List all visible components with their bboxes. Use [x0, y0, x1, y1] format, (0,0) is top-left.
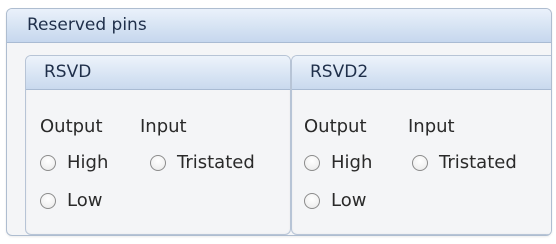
- rsvd2-high-radio[interactable]: High: [304, 152, 372, 173]
- rsvd2-low-label: Low: [331, 190, 367, 211]
- radio-unchecked-icon[interactable]: [150, 154, 166, 171]
- rsvd-input-label: Input: [140, 116, 187, 137]
- rsvd-low-radio[interactable]: Low: [40, 190, 102, 211]
- rsvd-low-label: Low: [67, 190, 103, 211]
- rsvd2-high-label: High: [331, 152, 373, 173]
- reserved-pins-panel: Reserved pins RSVD Output Input High Tri…: [6, 8, 552, 236]
- reserved-pins-title: Reserved pins: [7, 9, 551, 43]
- rsvd-tristated-label: Tristated: [177, 152, 255, 173]
- radio-unchecked-icon[interactable]: [40, 154, 56, 171]
- rsvd2-output-label: Output: [304, 116, 367, 137]
- rsvd-output-label: Output: [40, 116, 103, 137]
- rsvd2-group-title: RSVD2: [292, 56, 551, 90]
- rsvd2-low-radio[interactable]: Low: [304, 190, 366, 211]
- rsvd-group-title: RSVD: [26, 56, 290, 90]
- rsvd2-tristated-label: Tristated: [439, 152, 517, 173]
- rsvd2-group: RSVD2 Output Input High Tristated Low: [291, 55, 551, 235]
- radio-unchecked-icon[interactable]: [304, 192, 320, 209]
- radio-unchecked-icon[interactable]: [412, 154, 428, 171]
- rsvd-tristated-radio[interactable]: Tristated: [150, 152, 255, 173]
- rsvd-high-radio[interactable]: High: [40, 152, 108, 173]
- radio-unchecked-icon[interactable]: [304, 154, 320, 171]
- rsvd2-tristated-radio[interactable]: Tristated: [412, 152, 517, 173]
- rsvd-high-label: High: [67, 152, 109, 173]
- radio-unchecked-icon[interactable]: [40, 192, 56, 209]
- rsvd2-input-label: Input: [408, 116, 455, 137]
- rsvd-group: RSVD Output Input High Tristated Low: [25, 55, 291, 235]
